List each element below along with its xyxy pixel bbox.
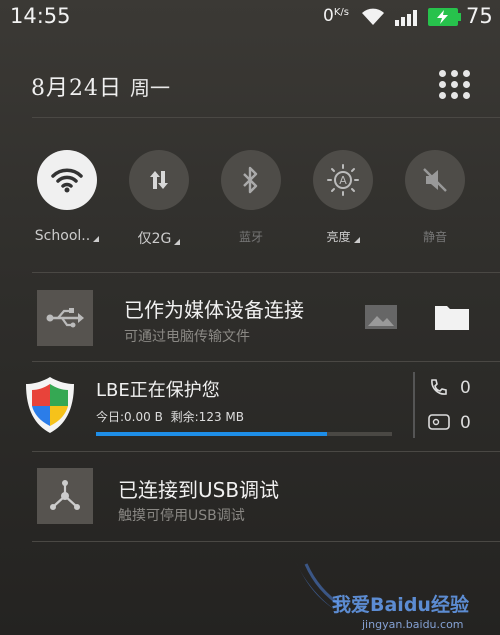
- watermark-text: 我爱Baidu经验: [332, 594, 469, 616]
- notification-subtitle: 可通过电脑传输文件: [124, 329, 250, 345]
- network-speed: 0K/s: [323, 6, 349, 26]
- remaining-usage: 剩余:123 MB: [170, 410, 244, 424]
- divider: [32, 541, 500, 542]
- sms-count: 0: [460, 413, 471, 433]
- svg-text:A: A: [339, 174, 347, 187]
- toggle-label: School..: [34, 228, 91, 244]
- toggle-wifi[interactable]: School..: [27, 150, 107, 244]
- image-icon[interactable]: [364, 304, 398, 334]
- toggle-label: 蓝牙: [238, 230, 263, 244]
- call-stat: 0: [428, 378, 471, 403]
- mute-icon: [405, 150, 465, 210]
- notification-usb-debug[interactable]: 已连接到USB调试 触摸可停用USB调试: [0, 452, 500, 540]
- sms-stat: 0: [428, 413, 471, 436]
- chevron-icon: [93, 236, 100, 242]
- notification-title: 已作为媒体设备连接: [124, 298, 304, 322]
- toggle-mobile-data[interactable]: 仅2G: [119, 150, 199, 248]
- signal-icon: [395, 8, 421, 30]
- chevron-icon: [353, 237, 360, 243]
- battery-charging-icon: [428, 8, 462, 30]
- weekday-label: 周一: [130, 76, 170, 100]
- usb-icon: [37, 290, 93, 346]
- app-grid-icon[interactable]: [437, 68, 470, 100]
- shield-icon: [25, 376, 75, 438]
- toggle-label: 静音: [422, 230, 447, 244]
- wifi-icon: [361, 8, 385, 30]
- notification-lbe[interactable]: LBE正在保护您 0 0: [0, 362, 500, 450]
- date-label: 8月24日: [31, 76, 122, 101]
- traffic-info: 今日:0.00 B 剩余:123 MB: [96, 408, 244, 425]
- debug-icon: [37, 468, 93, 524]
- toggle-brightness[interactable]: A 亮度: [303, 150, 383, 245]
- traffic-progress-bar: [96, 432, 392, 436]
- status-time: 14:55: [10, 4, 71, 28]
- divider: [32, 117, 500, 118]
- notification-title: LBE正在保护您: [96, 380, 220, 401]
- divider: [413, 372, 415, 438]
- brightness-auto-icon: A: [313, 150, 373, 210]
- bluetooth-icon: [221, 150, 281, 210]
- progress-fill: [96, 432, 327, 436]
- toggle-label: 亮度: [326, 230, 351, 244]
- wifi-icon: [37, 150, 97, 210]
- today-usage: 今日:0.00 B: [96, 410, 163, 424]
- toggle-label: 仅2G: [137, 231, 172, 247]
- mobile-data-icon: [129, 150, 189, 210]
- status-bar: 14:55 0K/s 75: [0, 0, 500, 34]
- toggle-bluetooth[interactable]: 蓝牙: [211, 150, 291, 245]
- folder-icon[interactable]: [434, 303, 470, 335]
- notification-usb-media[interactable]: 已作为媒体设备连接 可通过电脑传输文件: [0, 273, 500, 361]
- toggle-mute[interactable]: 静音: [395, 150, 475, 245]
- notification-title: 已连接到USB调试: [118, 478, 280, 502]
- call-count: 0: [460, 378, 471, 398]
- notification-subtitle: 触摸可停用USB调试: [118, 508, 245, 524]
- chevron-icon: [174, 239, 181, 245]
- battery-level: 75: [466, 4, 493, 28]
- watermark-url: jingyan.baidu.com: [362, 618, 464, 631]
